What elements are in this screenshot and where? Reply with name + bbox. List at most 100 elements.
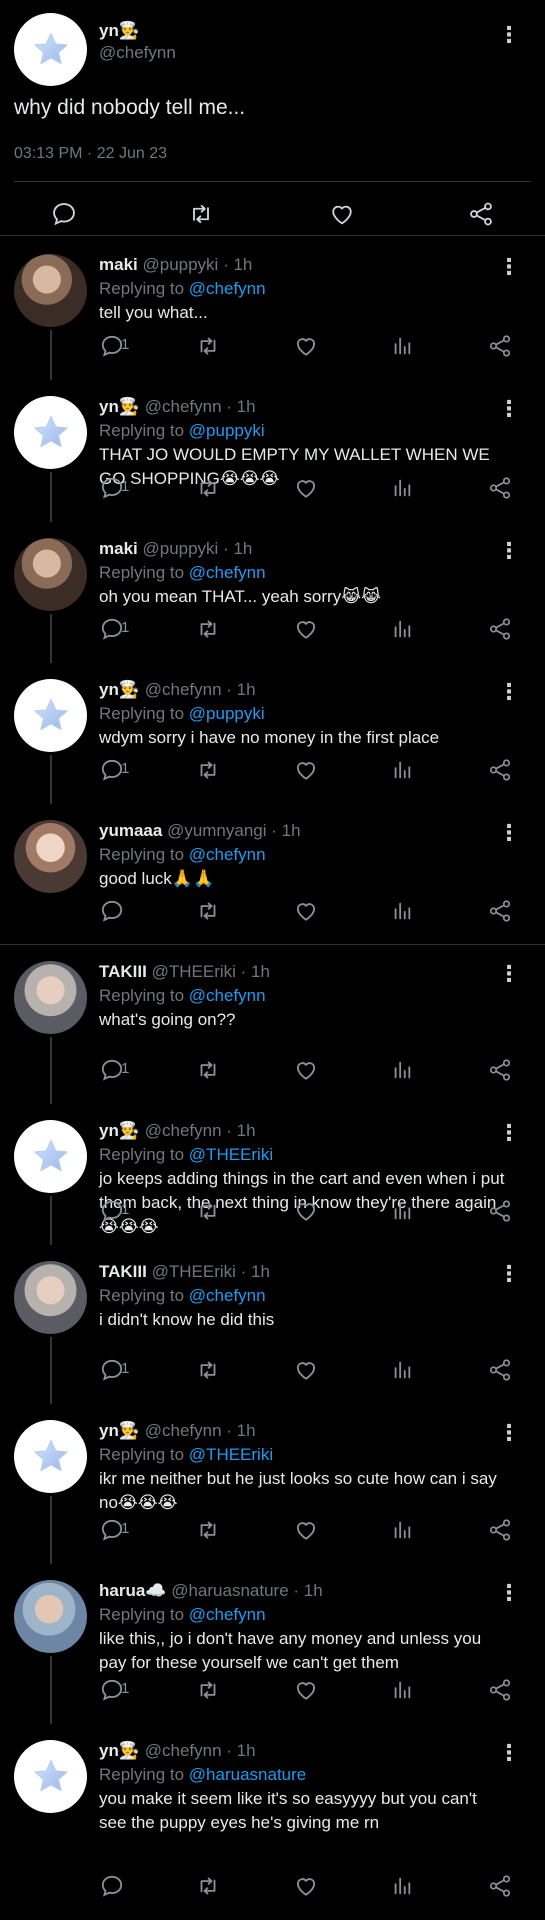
display-name[interactable]: TAKIII [99, 962, 147, 981]
username[interactable]: @chefynn [145, 1741, 222, 1760]
retweet-icon[interactable] [195, 757, 221, 788]
reply-tweet[interactable]: yn👨‍🍳 @chefynn · 1h Replying to @THEEriki… [0, 1104, 545, 1245]
replying-to-link[interactable]: @haruasnature [189, 1765, 306, 1784]
avatar[interactable] [14, 13, 87, 86]
retweet-icon[interactable] [195, 1198, 221, 1229]
views-icon[interactable] [391, 1679, 413, 1706]
retweet-icon[interactable] [195, 616, 221, 647]
views-icon[interactable] [391, 1875, 413, 1902]
like-icon[interactable] [293, 1057, 319, 1088]
replying-to-link[interactable]: @chefynn [189, 279, 266, 298]
retweet-icon[interactable] [195, 1057, 221, 1088]
avatar[interactable] [14, 1120, 87, 1193]
username[interactable]: @chefynn [145, 1421, 222, 1440]
like-icon[interactable] [293, 475, 319, 506]
display-name[interactable]: yumaaa [99, 821, 162, 840]
more-options-icon[interactable]: ⋮ [498, 1582, 520, 1604]
views-icon[interactable] [391, 1359, 413, 1386]
reply-icon[interactable] [50, 200, 78, 233]
avatar[interactable] [14, 1261, 87, 1334]
share-icon[interactable] [487, 333, 513, 364]
more-options-icon[interactable]: ⋮ [498, 398, 520, 420]
more-options-icon[interactable]: ⋮ [498, 256, 520, 278]
reply-tweet[interactable]: harua☁️ @haruasnature · 1h Replying to @c… [0, 1564, 545, 1724]
display-name[interactable]: yn👨‍🍳 [99, 1741, 140, 1760]
username[interactable]: @chefynn [145, 397, 222, 416]
reply-icon[interactable] [99, 898, 125, 929]
avatar[interactable] [14, 254, 87, 327]
avatar[interactable] [14, 961, 87, 1034]
more-options-icon[interactable]: ⋮ [498, 1422, 520, 1444]
username[interactable]: @THEEriki [152, 962, 236, 981]
views-icon[interactable] [391, 759, 413, 786]
username[interactable]: @puppyki [142, 255, 218, 274]
reply-tweet[interactable]: TAKIII @THEEriki · 1h Replying to @chefyn… [0, 945, 545, 1104]
reply-tweet[interactable]: yumaaa @yumnyangi · 1h Replying to @chefy… [0, 804, 545, 945]
replying-to-link[interactable]: @chefynn [189, 1605, 266, 1624]
replying-to-link[interactable]: @chefynn [189, 845, 266, 864]
reply-icon[interactable] [99, 1873, 125, 1904]
avatar[interactable] [14, 1420, 87, 1493]
share-icon[interactable] [487, 616, 513, 647]
reply-tweet[interactable]: TAKIII @THEEriki · 1h Replying to @chefyn… [0, 1245, 545, 1404]
share-icon[interactable] [487, 1873, 513, 1904]
views-icon[interactable] [391, 335, 413, 362]
avatar[interactable] [14, 1740, 87, 1813]
reply-tweet[interactable]: yn👨‍🍳 @chefynn · 1h Replying to @puppyki w… [0, 663, 545, 804]
share-icon[interactable] [487, 1677, 513, 1708]
like-icon[interactable] [293, 333, 319, 364]
like-icon[interactable] [293, 1873, 319, 1904]
reply-tweet[interactable]: yn👨‍🍳 @chefynn · 1h Replying to @puppyki T… [0, 380, 545, 522]
display-name[interactable]: yn👨‍🍳 [99, 1121, 140, 1140]
username[interactable]: @chefynn [99, 42, 176, 64]
replying-to-link[interactable]: @THEEriki [189, 1445, 273, 1464]
display-name[interactable]: yn👨‍🍳 [99, 680, 140, 699]
share-icon[interactable] [487, 1517, 513, 1548]
reply-tweet[interactable]: yn👨‍🍳 @chefynn · 1h Replying to @haruasna… [0, 1724, 545, 1920]
more-options-icon[interactable]: ⋮ [498, 24, 520, 46]
views-icon[interactable] [391, 1059, 413, 1086]
display-name[interactable]: yn👨‍🍳 [99, 1421, 140, 1440]
reply-tweet[interactable]: yn👨‍🍳 @chefynn · 1h Replying to @THEEriki… [0, 1404, 545, 1564]
views-icon[interactable] [391, 1200, 413, 1227]
username[interactable]: @haruasnature [171, 1581, 288, 1600]
like-icon[interactable] [328, 200, 356, 233]
replying-to-link[interactable]: @THEEriki [189, 1145, 273, 1164]
username[interactable]: @THEEriki [152, 1262, 236, 1281]
more-options-icon[interactable]: ⋮ [498, 963, 520, 985]
share-icon[interactable] [487, 1357, 513, 1388]
share-icon[interactable] [487, 1057, 513, 1088]
replying-to-link[interactable]: @puppyki [189, 704, 265, 723]
like-icon[interactable] [293, 1517, 319, 1548]
retweet-icon[interactable] [195, 1517, 221, 1548]
display-name[interactable]: yn👨‍🍳 [99, 21, 140, 40]
retweet-icon[interactable] [186, 200, 216, 233]
like-icon[interactable] [293, 757, 319, 788]
replying-to-link[interactable]: @chefynn [189, 563, 266, 582]
replying-to-link[interactable]: @puppyki [189, 421, 265, 440]
avatar[interactable] [14, 396, 87, 469]
more-options-icon[interactable]: ⋮ [498, 1263, 520, 1285]
like-icon[interactable] [293, 1677, 319, 1708]
like-icon[interactable] [293, 898, 319, 929]
replying-to-link[interactable]: @chefynn [189, 986, 266, 1005]
username[interactable]: @chefynn [145, 680, 222, 699]
username[interactable]: @chefynn [145, 1121, 222, 1140]
display-name[interactable]: maki [99, 539, 138, 558]
views-icon[interactable] [391, 618, 413, 645]
display-name[interactable]: yn👨‍🍳 [99, 397, 140, 416]
views-icon[interactable] [391, 900, 413, 927]
views-icon[interactable] [391, 1519, 413, 1546]
display-name[interactable]: TAKIII [99, 1262, 147, 1281]
reply-tweet[interactable]: maki @puppyki · 1h Replying to @chefynn oh… [0, 522, 545, 663]
reply-tweet[interactable]: maki @puppyki · 1h Replying to @chefynn te… [0, 238, 545, 380]
like-icon[interactable] [293, 1198, 319, 1229]
retweet-icon[interactable] [195, 1677, 221, 1708]
more-options-icon[interactable]: ⋮ [498, 1742, 520, 1764]
avatar[interactable] [14, 1580, 87, 1653]
avatar[interactable] [14, 679, 87, 752]
more-options-icon[interactable]: ⋮ [498, 681, 520, 703]
like-icon[interactable] [293, 1357, 319, 1388]
share-icon[interactable] [487, 1198, 513, 1229]
retweet-icon[interactable] [195, 898, 221, 929]
